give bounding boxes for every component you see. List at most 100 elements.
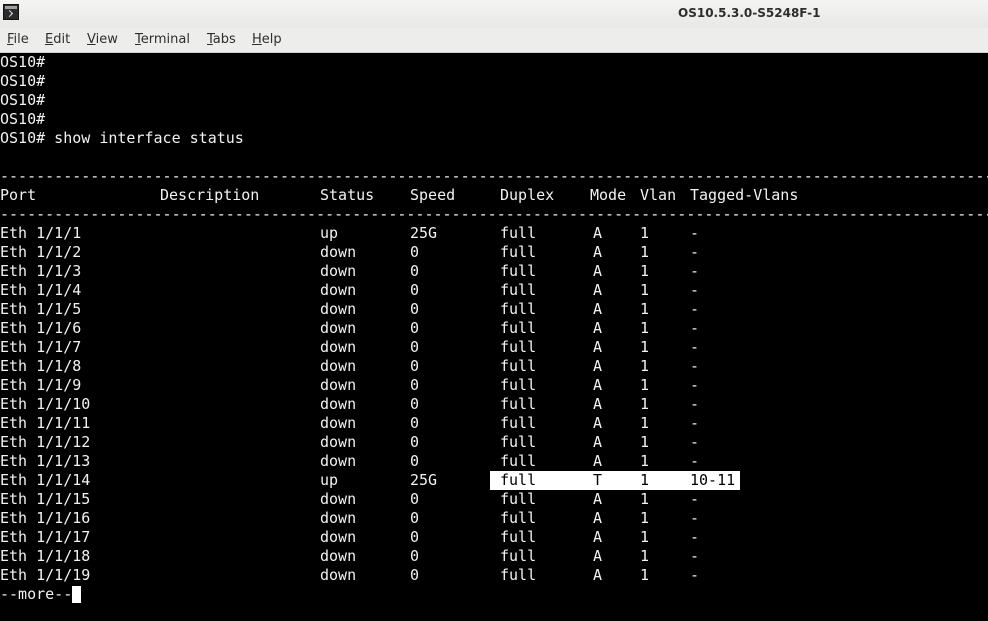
cell-mode: A [593,395,603,413]
cell-speed: 0 [410,566,420,584]
text-cursor [72,586,82,603]
title-bar[interactable]: OS10.5.3.0-S5248F-1 [0,0,988,29]
cell-mode: A [593,376,603,394]
header-tagged-vlans: Tagged-Vlans [690,186,799,204]
cell-port: Eth 1/1/7 [0,338,82,356]
cell-tagged-vlans: - [690,243,700,261]
terminal-output[interactable]: OS10# OS10# OS10# OS10# OS10# show inter… [0,53,988,621]
table-row: Eth 1/1/11 down 0 full A 1 - [0,414,988,433]
header-speed: Speed [410,186,456,204]
menu-view[interactable]: View [87,32,118,47]
cell-port: Eth 1/1/6 [0,319,82,337]
separator-line: ----------------------------------------… [0,167,988,185]
pager-prompt[interactable]: --more-- [0,585,82,604]
table-row: Eth 1/1/17 down 0 full A 1 - [0,528,988,547]
cell-port: Eth 1/1/5 [0,300,82,318]
cell-mode: A [593,509,603,527]
cell-tagged-vlans: - [690,338,700,356]
prompt-line: OS10# [0,91,46,109]
cell-mode: A [593,319,603,337]
table-row: Eth 1/1/8 down 0 full A 1 - [0,357,988,376]
pager-text: --more-- [0,585,73,603]
cell-status: down [320,281,357,299]
table-row: Eth 1/1/10 down 0 full A 1 - [0,395,988,414]
menu-terminal[interactable]: Terminal [135,32,190,47]
cell-mode: A [593,300,603,318]
cell-tagged-vlans: - [690,300,700,318]
cell-speed: 0 [410,262,420,280]
cell-duplex: full [500,528,537,546]
cell-duplex: full [500,490,537,508]
cell-duplex: full [500,395,537,413]
cell-port: Eth 1/1/3 [0,262,82,280]
cell-vlan: 1 [640,509,650,527]
cell-tagged-vlans: - [690,224,700,242]
cell-duplex: full [500,319,537,337]
cell-status: down [320,319,357,337]
table-header: Port Description Status Speed Duplex Mod… [0,186,988,205]
cell-duplex: full [500,281,537,299]
cell-status: down [320,528,357,546]
cell-speed: 0 [410,357,420,375]
cell-mode: A [593,414,603,432]
menu-tabs[interactable]: Tabs [207,32,236,47]
cell-vlan: 1 [640,547,650,565]
cell-tagged-vlans: - [690,452,700,470]
cell-status: down [320,243,357,261]
cell-tagged-vlans: - [690,433,700,451]
cell-port: Eth 1/1/16 [0,509,91,527]
cell-mode: A [593,490,603,508]
table-row: Eth 1/1/15 down 0 full A 1 - [0,490,988,509]
cell-tagged-vlans: - [690,547,700,565]
cell-speed: 0 [410,281,420,299]
command-line: OS10# show interface status [0,129,244,147]
cell-tagged-vlans: - [690,395,700,413]
cell-mode: A [593,433,603,451]
cell-duplex: full [500,300,537,318]
cell-duplex: full [500,338,537,356]
cell-speed: 25G [410,471,438,489]
cell-speed: 0 [410,414,420,432]
cell-port: Eth 1/1/13 [0,452,91,470]
table-row: Eth 1/1/13 down 0 full A 1 - [0,452,988,471]
cell-port: Eth 1/1/10 [0,395,91,413]
cell-speed: 25G [410,224,438,242]
cell-duplex: full [500,414,537,432]
cell-vlan: 1 [640,224,650,242]
cell-speed: 0 [410,509,420,527]
header-vlan: Vlan [640,186,677,204]
cell-mode: A [593,262,603,280]
cell-mode: T [593,471,603,489]
cell-speed: 0 [410,528,420,546]
cell-port: Eth 1/1/2 [0,243,82,261]
cell-status: down [320,547,357,565]
cell-tagged-vlans: 10-11 [690,471,736,489]
cell-vlan: 1 [640,528,650,546]
cell-duplex: full [500,262,537,280]
cell-speed: 0 [410,300,420,318]
header-description: Description [160,186,260,204]
cell-mode: A [593,243,603,261]
table-row: Eth 1/1/3 down 0 full A 1 - [0,262,988,281]
cell-tagged-vlans: - [690,262,700,280]
cell-mode: A [593,281,603,299]
cell-port: Eth 1/1/19 [0,566,91,584]
table-row: Eth 1/1/19 down 0 full A 1 - [0,566,988,585]
cell-vlan: 1 [640,338,650,356]
cell-mode: A [593,547,603,565]
table-row: Eth 1/1/1 up 25G full A 1 - [0,224,988,243]
cell-status: down [320,490,357,508]
header-port: Port [0,186,37,204]
header-duplex: Duplex [500,186,555,204]
cell-vlan: 1 [640,300,650,318]
menu-help[interactable]: Help [252,32,282,47]
menu-file[interactable]: File [7,32,29,47]
menu-edit[interactable]: Edit [45,32,70,47]
cell-status: down [320,509,357,527]
table-row: Eth 1/1/18 down 0 full A 1 - [0,547,988,566]
cell-duplex: full [500,357,537,375]
prompt-line: OS10# [0,72,46,90]
cell-duplex: full [500,547,537,565]
cell-status: down [320,376,357,394]
terminal-icon [3,4,19,20]
